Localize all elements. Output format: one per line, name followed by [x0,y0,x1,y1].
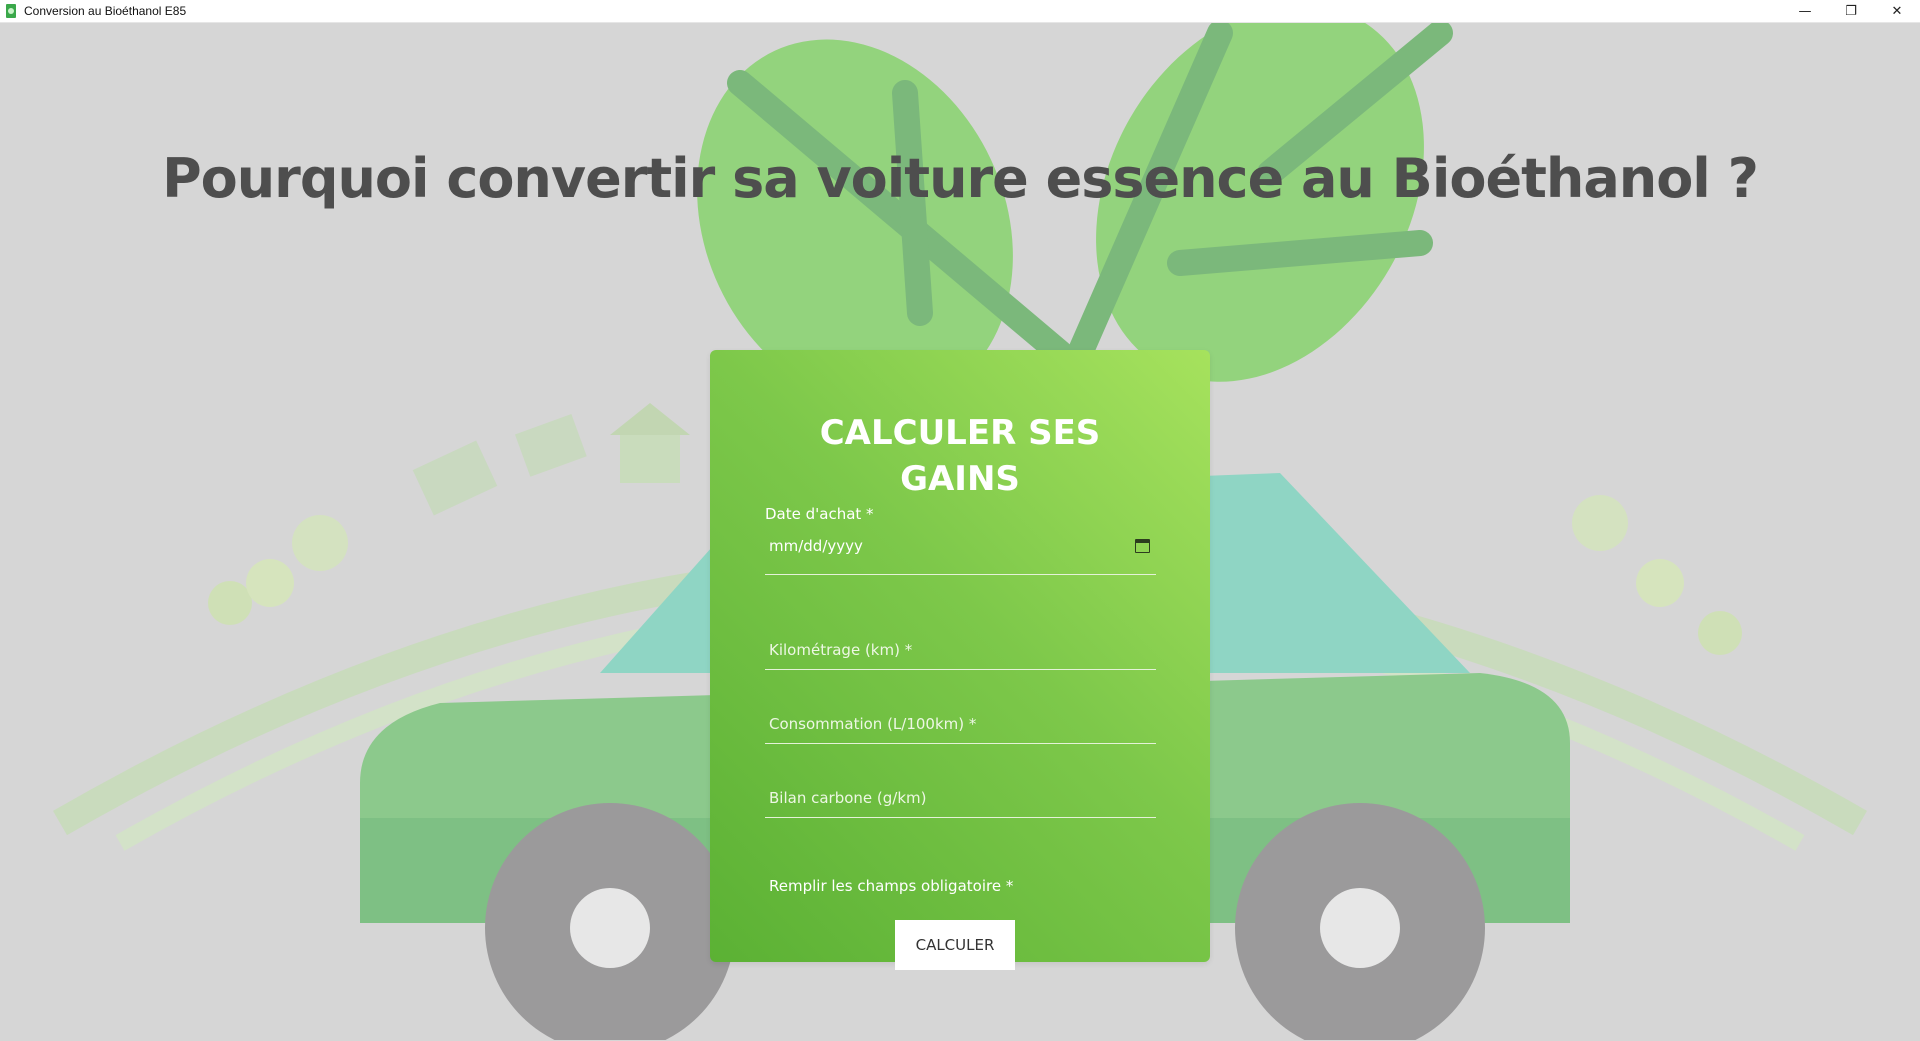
restore-icon: ❐ [1845,4,1857,19]
consumption-placeholder: Consommation (L/100km) * [769,715,977,733]
form-title-line2: GAINS [900,459,1020,499]
purchase-date-input[interactable]: mm/dd/yyyy [765,536,1156,556]
carbon-footprint-placeholder: Bilan carbone (g/km) [769,789,927,807]
app-content: Pourquoi convertir sa voiture essence au… [0,23,1920,1040]
carbon-footprint-field[interactable]: Bilan carbone (g/km) [765,788,1156,818]
minimize-button[interactable]: — [1782,0,1828,23]
calculator-form: CALCULER SES GAINS Date d'achat * mm/dd/… [710,350,1210,970]
window-title: Conversion au Bioéthanol E85 [24,4,187,18]
consumption-field[interactable]: Consommation (L/100km) * [765,714,1156,744]
form-title-line1: CALCULER SES [819,413,1101,453]
purchase-date-value: mm/dd/yyyy [769,537,863,555]
calendar-icon[interactable] [1135,539,1150,553]
purchase-date-field[interactable]: Date d'achat * mm/dd/yyyy [765,505,1156,575]
window-titlebar: Conversion au Bioéthanol E85 — ❐ ✕ [0,0,1920,23]
mileage-placeholder: Kilométrage (km) * [769,641,913,659]
restore-button[interactable]: ❐ [1828,0,1874,23]
form-title: CALCULER SES GAINS [710,410,1210,502]
required-fields-note: Remplir les champs obligatoire * [769,877,1014,895]
calculate-button[interactable]: CALCULER [895,920,1015,970]
app-icon [6,4,16,18]
close-icon: ✕ [1891,4,1903,19]
close-button[interactable]: ✕ [1874,0,1920,23]
window-controls: — ❐ ✕ [1782,0,1920,23]
minimize-icon: — [1798,4,1812,19]
mileage-field[interactable]: Kilométrage (km) * [765,640,1156,670]
purchase-date-label: Date d'achat * [765,505,874,523]
page-headline: Pourquoi convertir sa voiture essence au… [162,147,1759,210]
